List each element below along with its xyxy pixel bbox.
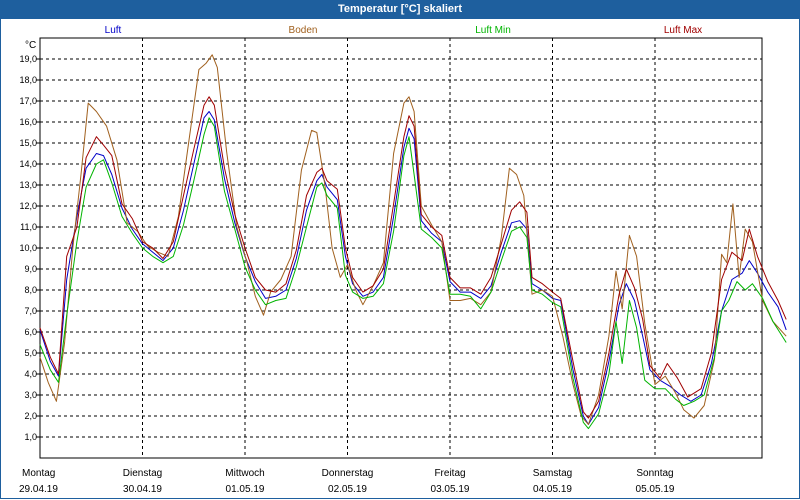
x-day-name-label: Sonntag	[636, 468, 673, 479]
y-tick-label: 5,0	[24, 348, 37, 358]
y-tick-label: 12,0	[19, 201, 37, 211]
x-day-name-label: Freitag	[434, 468, 465, 479]
y-tick-label: 19,0	[19, 54, 37, 64]
series-line-luft-max	[39, 96, 787, 419]
y-tick-label: 13,0	[19, 180, 37, 190]
y-tick-label: 11,0	[20, 222, 37, 232]
y-tick-label: 1,0	[24, 432, 37, 442]
series-line-luft-min	[39, 117, 787, 430]
y-axis-ticks: 1,0 2,0 3,0 4,0 5,0 6,0 7,0 8,0 9,0 10,0 11,0 12,0 1…	[19, 54, 40, 442]
y-tick-label: 9,0	[24, 264, 37, 274]
y-tick-label: 6,0	[24, 327, 37, 337]
x-day-name-label: Dienstag	[123, 468, 162, 479]
y-tick-label: 10,0	[19, 243, 37, 253]
x-day-date-label: 04.05.19	[533, 484, 572, 495]
y-tick-label: 15,0	[19, 138, 37, 148]
x-day-date-label: 30.04.19	[123, 484, 162, 495]
series-line-boden	[39, 54, 787, 425]
y-tick-label: 17,0	[19, 96, 37, 106]
y-tick-label: 7,0	[24, 306, 37, 316]
x-day-date-label: 01.05.19	[226, 484, 265, 495]
series-line-luft	[39, 111, 787, 425]
y-tick-label: 8,0	[24, 285, 37, 295]
temperature-chart: 1,0 2,0 3,0 4,0 5,0 6,0 7,0 8,0 9,0 10,0 11,0 12,0 1…	[19, 37, 787, 495]
x-day-name-label: Montag	[22, 468, 55, 479]
x-day-date-label: 05.05.19	[636, 484, 675, 495]
y-tick-label: 16,0	[19, 117, 37, 127]
y-tick-label: 18,0	[19, 75, 37, 85]
x-day-name-label: Donnerstag	[322, 468, 374, 479]
x-axis-day-labels: Montag 29.04.19 Dienstag 30.04.19 Mittwoch 01…	[19, 468, 675, 495]
x-day-name-label: Samstag	[533, 468, 572, 479]
y-tick-label: 3,0	[24, 390, 37, 400]
x-day-date-label: 03.05.19	[431, 484, 470, 495]
y-tick-label: 14,0	[19, 159, 37, 169]
x-day-date-label: 29.04.19	[19, 484, 58, 495]
y-tick-label: 4,0	[24, 369, 37, 379]
x-day-date-label: 02.05.19	[328, 484, 367, 495]
series-lines	[39, 54, 787, 430]
x-day-name-label: Mittwoch	[225, 468, 264, 479]
y-tick-label: 2,0	[24, 411, 37, 421]
